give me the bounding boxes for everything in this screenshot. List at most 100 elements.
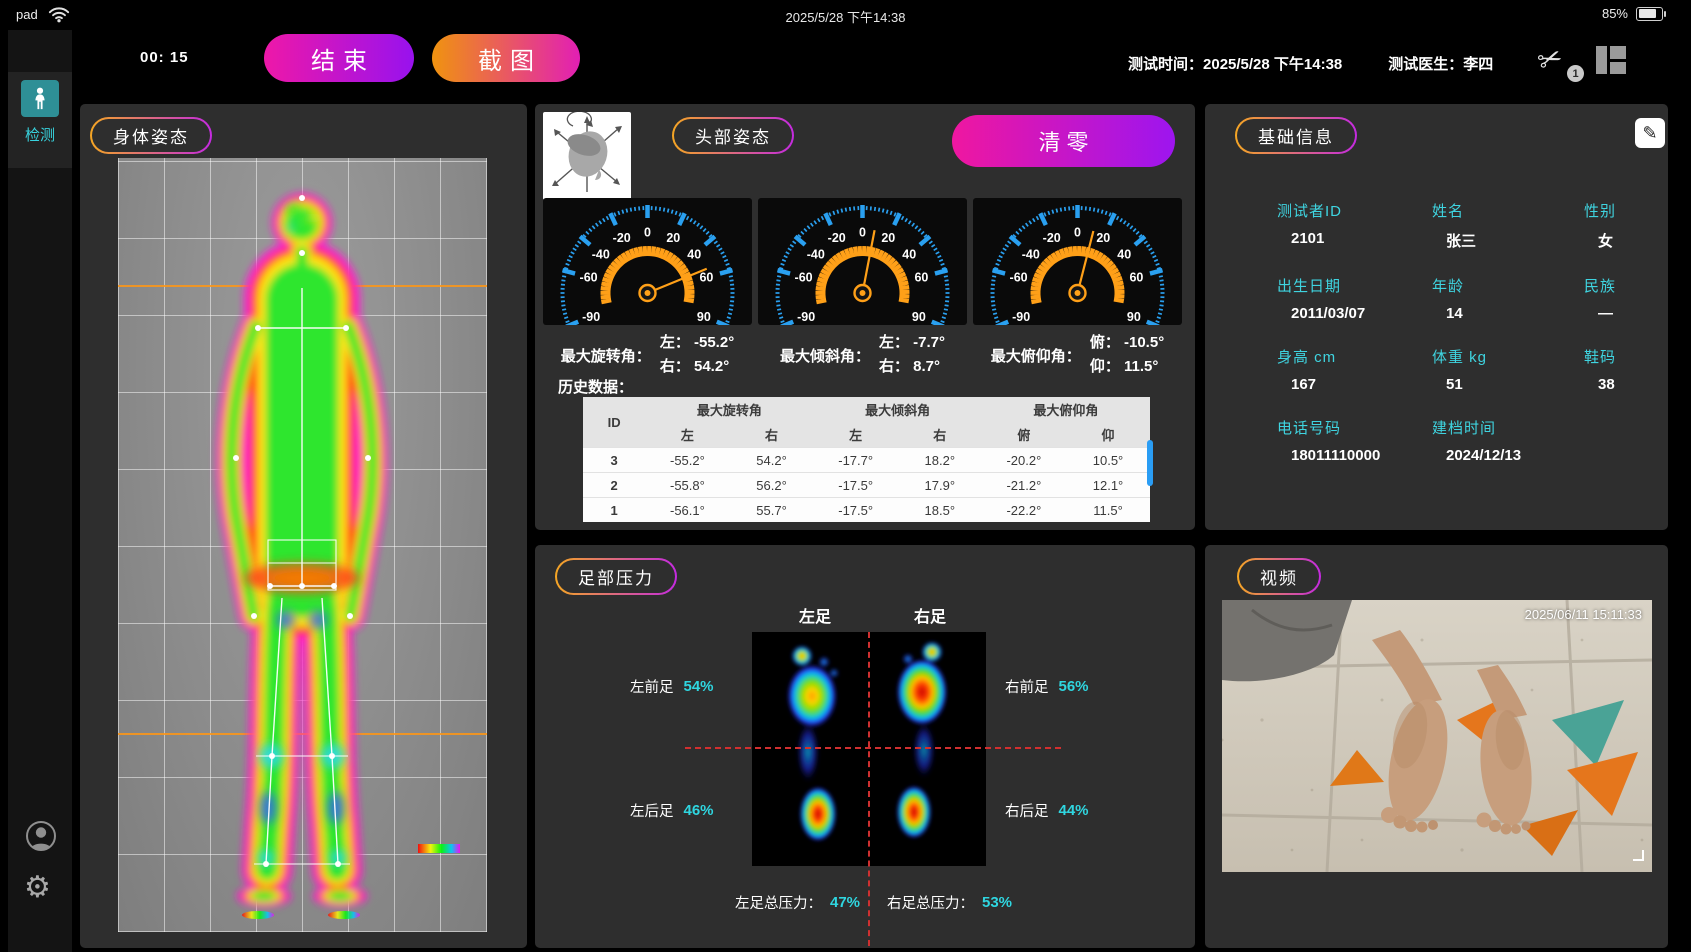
crosshair-vertical xyxy=(868,632,870,946)
thermal-body-figure xyxy=(118,158,487,932)
head-posture-panel: 头部姿态 清零 -90-60-40-20020406090 -90-60-40-… xyxy=(535,104,1195,530)
history-table: ID最大旋转角最大倾斜角最大俯仰角左右左右俯仰 3-55.2°54.2°-17.… xyxy=(583,397,1150,522)
svg-text:-40: -40 xyxy=(592,247,610,261)
region-left-forefoot: 左前足54% xyxy=(630,676,714,697)
body-posture-title: 身体姿态 xyxy=(90,117,212,154)
gauge-tilt: -90 -60 -40-20 0 20 40 60 90 xyxy=(758,198,967,325)
history-row: 1-56.1°55.7°-17.5°18.5°-22.2°11.5° xyxy=(583,498,1150,523)
toolbar-meta: 测试时间：2025/5/28 下午14:38 测试医生：李四 xyxy=(1128,53,1493,74)
history-label: 历史数据： xyxy=(558,376,633,397)
gauge-pitch: -90-60-40-20020406090 xyxy=(973,198,1182,325)
info-field: 出生日期2011/03/07 xyxy=(1277,275,1432,322)
info-field: 鞋码38 xyxy=(1584,346,1662,393)
doctor-label: 测试医生： xyxy=(1388,56,1463,73)
total-right-pressure: 右足总压力：53% xyxy=(887,892,1012,913)
doctor-value: 李四 xyxy=(1463,56,1493,73)
history-row: 3-55.2°54.2°-17.7°18.2°-20.2°10.5° xyxy=(583,448,1150,473)
left-foot-label: 左足 xyxy=(775,603,855,627)
status-datetime: 2025/5/28 下午14:38 xyxy=(0,7,1691,26)
readout-pitch: 最大俯仰角： 俯： -10.5° 仰： 11.5° xyxy=(973,330,1182,380)
clip-tool-button[interactable]: ✂ 1 xyxy=(1538,42,1582,82)
svg-text:-90: -90 xyxy=(1012,310,1030,324)
head-posture-title: 头部姿态 xyxy=(672,117,794,154)
history-scrollbar[interactable] xyxy=(1147,440,1153,486)
svg-text:90: 90 xyxy=(697,310,711,324)
foot-pressure-title: 足部压力 xyxy=(555,558,677,595)
svg-text:20: 20 xyxy=(666,231,680,245)
video-title: 视频 xyxy=(1237,558,1321,595)
gauge-rotation: -90-60-40-20020406090 xyxy=(543,198,752,325)
svg-text:-20: -20 xyxy=(613,231,631,245)
right-foot-label: 右足 xyxy=(890,603,970,627)
person-icon xyxy=(21,80,59,117)
info-field: 性别女 xyxy=(1584,200,1662,251)
test-time-value: 2025/5/28 下午14:38 xyxy=(1203,56,1342,73)
foot-pressure-panel: 足部压力 左足 右足 xyxy=(535,545,1195,948)
svg-text:90: 90 xyxy=(912,310,926,324)
readout-tilt: 最大倾斜角： 左： -7.7° 右： 8.7° xyxy=(758,330,967,380)
svg-text:-40: -40 xyxy=(807,247,825,261)
readout-rotation: 最大旋转角： 左： -55.2° 右： 54.2° xyxy=(543,330,752,380)
basic-info-title: 基础信息 xyxy=(1235,117,1357,154)
body-posture-panel: 身体姿态 xyxy=(80,104,527,948)
region-right-rearfoot: 右后足44% xyxy=(1005,800,1089,821)
svg-text:60: 60 xyxy=(1129,271,1143,285)
history-table-head: ID最大旋转角最大倾斜角最大俯仰角左右左右俯仰 xyxy=(583,397,1150,448)
end-button[interactable]: 结束 xyxy=(264,34,414,82)
svg-text:20: 20 xyxy=(881,231,895,245)
reset-button[interactable]: 清零 xyxy=(952,115,1175,167)
edit-icon[interactable]: ✎ xyxy=(1635,118,1665,148)
screenshot-button[interactable]: 截图 xyxy=(432,34,580,82)
status-bar: pad 2025/5/28 下午14:38 85% xyxy=(0,0,1691,30)
scissors-icon: ✂ xyxy=(1533,39,1568,80)
sidebar-item-label: 检测 xyxy=(8,124,72,145)
sidebar-item-detection[interactable]: 检测 xyxy=(8,72,72,168)
svg-text:40: 40 xyxy=(687,247,701,261)
basic-info-grid: 测试者ID2101姓名张三性别女出生日期2011/03/07年龄14民族—身高 … xyxy=(1205,200,1662,464)
battery-icon xyxy=(1636,7,1663,21)
video-panel: 视频 xyxy=(1205,545,1668,948)
clip-count-badge: 1 xyxy=(1567,65,1584,82)
session-timer: 00: 15 xyxy=(140,49,189,66)
total-left-pressure: 左足总压力：47% xyxy=(735,892,860,913)
svg-text:0: 0 xyxy=(1074,226,1081,240)
layout-grid-icon[interactable] xyxy=(1596,46,1626,74)
svg-text:40: 40 xyxy=(1117,247,1131,261)
history-table-body: 3-55.2°54.2°-17.7°18.2°-20.2°10.5°2-55.8… xyxy=(583,448,1150,523)
video-still-feet xyxy=(1222,600,1652,872)
info-field: 建档时间2024/12/13 xyxy=(1432,417,1584,464)
svg-text:40: 40 xyxy=(902,247,916,261)
svg-text:60: 60 xyxy=(914,271,928,285)
sidebar: 检测 ⚙ xyxy=(8,30,72,952)
head-axes-icon xyxy=(543,112,631,200)
info-field: 年龄14 xyxy=(1432,275,1584,322)
region-left-rearfoot: 左后足46% xyxy=(630,800,714,821)
svg-text:0: 0 xyxy=(859,226,866,240)
info-field: 测试者ID2101 xyxy=(1277,200,1432,251)
user-icon[interactable] xyxy=(25,820,57,857)
gear-icon[interactable]: ⚙ xyxy=(24,873,51,903)
svg-text:-60: -60 xyxy=(1010,271,1028,285)
info-field: 体重 kg51 xyxy=(1432,346,1584,393)
crosshair-horizontal xyxy=(685,747,1061,749)
video-frame[interactable]: 2025/06/11 15:11:33 xyxy=(1222,600,1652,872)
svg-text:0: 0 xyxy=(644,226,651,240)
video-timestamp: 2025/06/11 15:11:33 xyxy=(1525,607,1642,622)
region-right-forefoot: 右前足56% xyxy=(1005,676,1089,697)
test-time-label: 测试时间： xyxy=(1128,56,1203,73)
svg-text:-20: -20 xyxy=(828,231,846,245)
basic-info-panel: 基础信息 ✎ 测试者ID2101姓名张三性别女出生日期2011/03/07年龄1… xyxy=(1205,104,1668,530)
svg-text:-90: -90 xyxy=(797,310,815,324)
info-field: 民族— xyxy=(1584,275,1662,322)
svg-text:20: 20 xyxy=(1096,231,1110,245)
svg-text:-90: -90 xyxy=(582,310,600,324)
battery-percent: 85% xyxy=(1602,6,1628,21)
info-field: 电话号码18011110000 xyxy=(1277,417,1432,464)
info-field: 身高 cm167 xyxy=(1277,346,1432,393)
svg-text:-40: -40 xyxy=(1022,247,1040,261)
history-row: 2-55.8°56.2°-17.5°17.9°-21.2°12.1° xyxy=(583,473,1150,498)
svg-text:-20: -20 xyxy=(1043,231,1061,245)
svg-text:-60: -60 xyxy=(580,271,598,285)
fullscreen-icon[interactable] xyxy=(1628,845,1644,866)
svg-text:-60: -60 xyxy=(795,271,813,285)
